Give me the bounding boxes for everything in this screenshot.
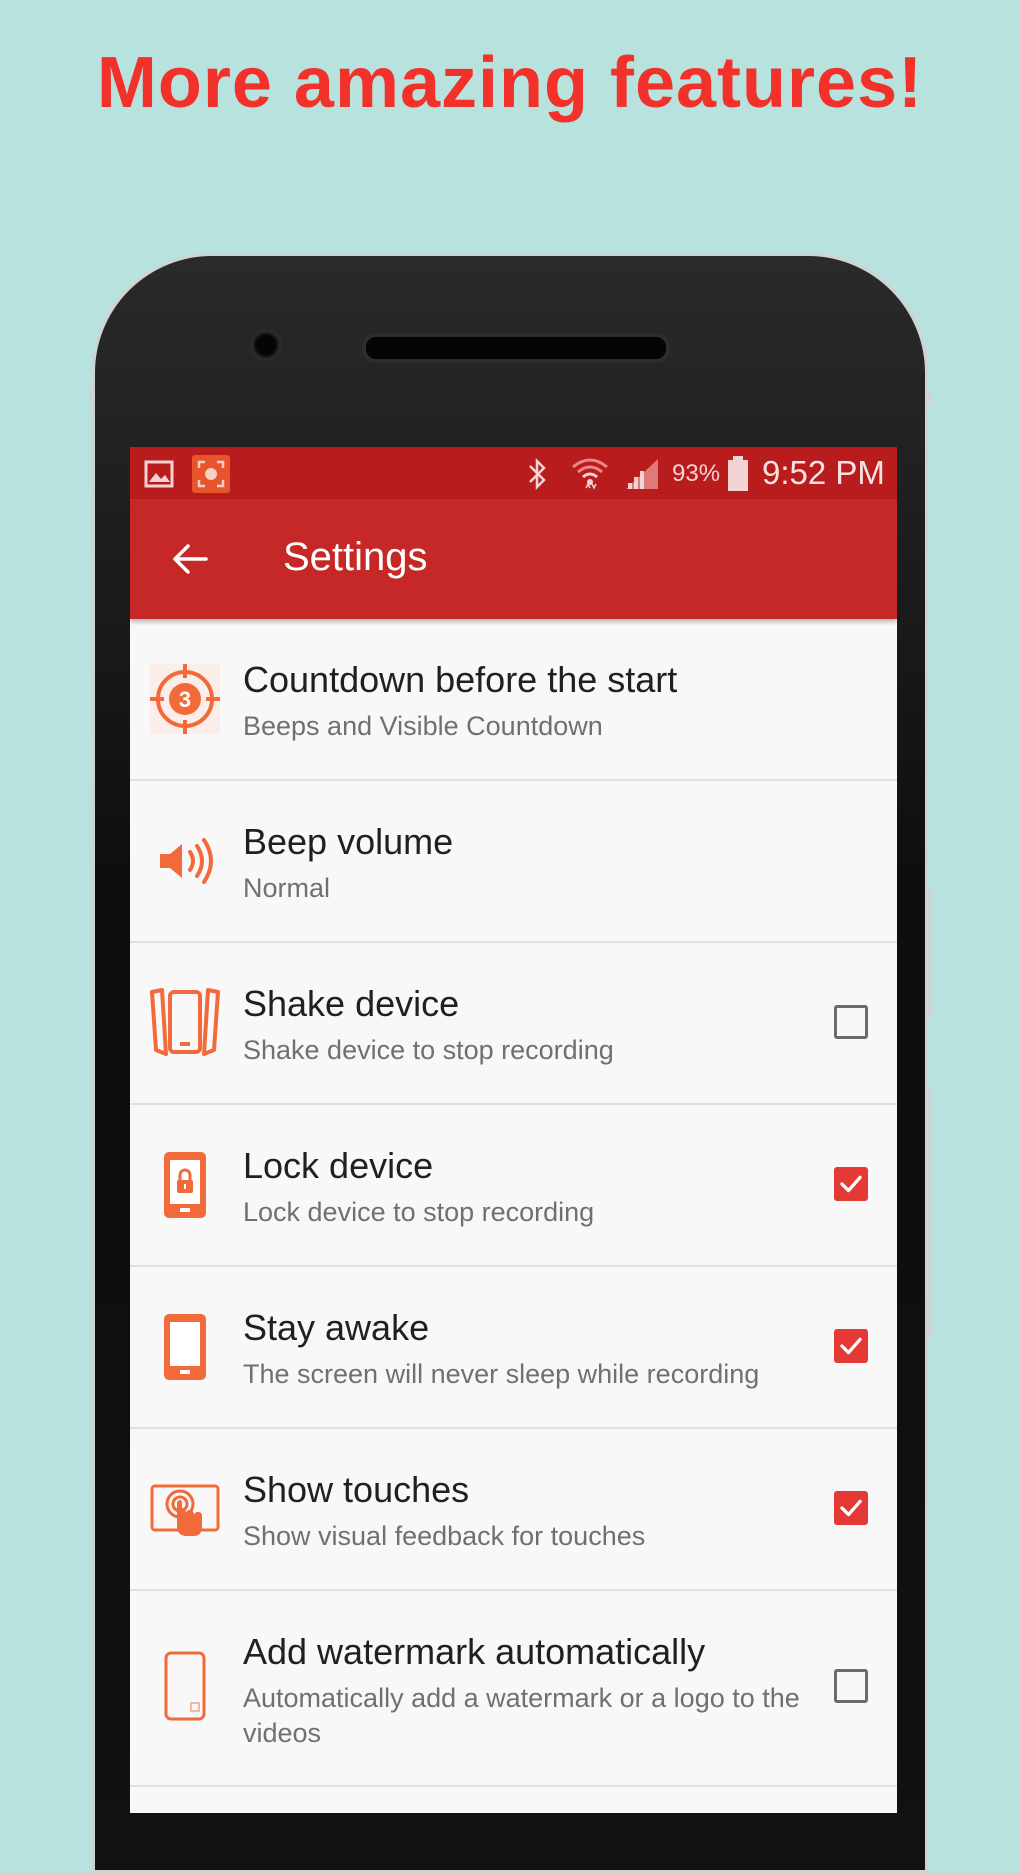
lock-device-checkbox[interactable] — [834, 1167, 868, 1201]
setting-subtitle: Beeps and Visible Countdown — [243, 711, 603, 741]
image-notification-icon — [144, 460, 174, 488]
wifi-icon — [572, 458, 608, 490]
setting-subtitle: Automatically add a watermark or a logo … — [243, 1683, 800, 1748]
setting-beep-volume[interactable]: Beep volume Normal — [130, 781, 897, 943]
setting-stay-awake[interactable]: Stay awake The screen will never sleep w… — [130, 1267, 897, 1429]
side-button — [926, 390, 931, 404]
settings-list: 3 Countdown before the start Beeps and V… — [130, 619, 897, 1787]
setting-title: Shake device — [243, 983, 460, 1024]
show-touches-checkbox[interactable] — [834, 1491, 868, 1525]
promo-headline: More amazing features! — [96, 43, 924, 123]
setting-show-touches[interactable]: Show touches Show visual feedback for to… — [130, 1429, 897, 1591]
app-bar: Settings — [130, 499, 897, 619]
setting-subtitle: The screen will never sleep while record… — [243, 1359, 760, 1389]
phone-icon — [164, 1314, 206, 1380]
setting-title: Countdown before the start — [243, 659, 678, 700]
setting-add-watermark[interactable]: Add watermark automatically Automaticall… — [130, 1591, 897, 1787]
checkmark-icon — [840, 1337, 862, 1355]
setting-title: Stay awake — [243, 1307, 430, 1348]
setting-countdown[interactable]: 3 Countdown before the start Beeps and V… — [130, 619, 897, 781]
volume-icon — [160, 838, 213, 884]
earpiece-speaker — [362, 333, 670, 363]
page-title: Settings — [283, 535, 428, 579]
countdown-icon: 3 — [150, 664, 220, 734]
setting-title: Show touches — [243, 1469, 470, 1510]
phone-screen: 93% 9:52 PM Settings 3 Countdown before — [130, 447, 897, 1813]
arrow-back-icon[interactable] — [170, 539, 210, 579]
lock-device-icon — [164, 1152, 206, 1218]
checkmark-icon — [840, 1175, 862, 1193]
setting-subtitle: Show visual feedback for touches — [243, 1521, 646, 1551]
setting-subtitle: Shake device to stop recording — [243, 1035, 614, 1065]
side-button — [89, 390, 94, 404]
setting-subtitle: Lock device to stop recording — [243, 1197, 595, 1227]
volume-button — [926, 890, 932, 1020]
setting-title: Beep volume — [243, 821, 454, 862]
stay-awake-checkbox[interactable] — [834, 1329, 868, 1363]
cell-signal-icon — [626, 459, 658, 489]
status-bar: 93% 9:52 PM — [130, 447, 897, 499]
add-watermark-checkbox[interactable] — [834, 1669, 868, 1703]
power-button — [926, 1090, 932, 1340]
setting-title: Lock device — [243, 1145, 434, 1186]
shake-device-checkbox[interactable] — [834, 1005, 868, 1039]
front-camera — [250, 329, 282, 361]
setting-title: Add watermark automatically — [243, 1631, 706, 1672]
watermark-icon — [164, 1651, 206, 1721]
setting-subtitle: Normal — [243, 873, 331, 903]
checkmark-icon — [840, 1499, 862, 1517]
battery-percent: 93% — [672, 460, 721, 487]
svg-text:3: 3 — [179, 687, 191, 712]
battery-icon — [728, 456, 748, 491]
status-time: 9:52 PM — [762, 454, 885, 491]
setting-lock-device[interactable]: Lock device Lock device to stop recordin… — [130, 1105, 897, 1267]
screen-recorder-notification-icon — [192, 455, 230, 493]
shake-device-icon — [150, 988, 220, 1056]
bluetooth-icon — [529, 457, 546, 491]
touch-icon — [150, 1484, 220, 1536]
setting-shake-device[interactable]: Shake device Shake device to stop record… — [130, 943, 897, 1105]
